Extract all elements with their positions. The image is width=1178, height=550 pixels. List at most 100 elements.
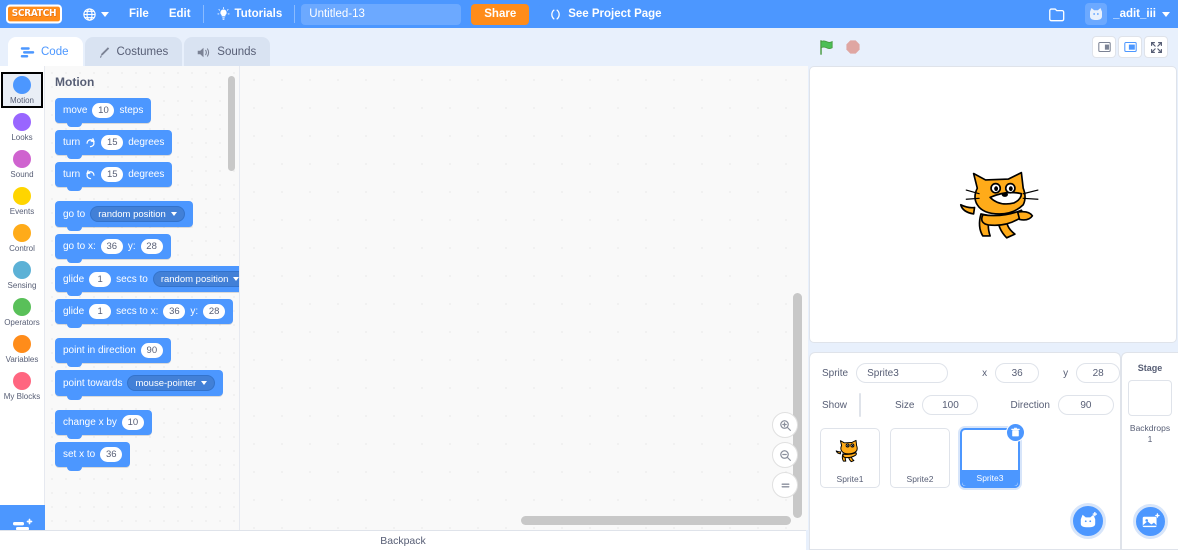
block-set-x-to[interactable]: set x to 36: [55, 442, 131, 471]
block-input-degrees[interactable]: 15: [101, 135, 124, 150]
project-title-input[interactable]: [301, 3, 462, 25]
delete-sprite-button[interactable]: [1006, 423, 1025, 442]
block-input-y[interactable]: 28: [203, 304, 226, 319]
block-dropdown-target[interactable]: random position: [90, 206, 185, 222]
block-input-y[interactable]: 28: [140, 239, 163, 254]
operators-color-dot: [13, 297, 31, 316]
chevron-down-icon: [201, 381, 208, 385]
sprite-direction-input[interactable]: [1057, 395, 1114, 415]
block-go-to[interactable]: go to random position: [55, 201, 193, 231]
fullscreen-button[interactable]: [1144, 36, 1168, 58]
sprite-size-input[interactable]: [922, 395, 979, 415]
see-project-page-button[interactable]: See Project Page: [539, 3, 672, 25]
tab-code[interactable]: Code: [8, 37, 83, 67]
block-dropdown-target[interactable]: mouse-pointer: [127, 375, 216, 391]
block-go-to-xy[interactable]: go to x: 36 y: 28: [55, 234, 171, 263]
zoom-in-icon: [779, 419, 791, 431]
block-input-secs[interactable]: 1: [89, 271, 112, 287]
block-turn-left[interactable]: turn 15 degrees: [55, 162, 173, 191]
sprite-tile-3[interactable]: Sprite3: [960, 423, 1025, 488]
looks-color-dot: [13, 112, 31, 131]
block-input-x[interactable]: 36: [163, 304, 186, 319]
add-backdrop-button[interactable]: [1133, 504, 1168, 539]
sidebar-item-events[interactable]: Events: [1, 183, 43, 219]
block-text: degrees: [128, 169, 165, 180]
zoom-reset-button[interactable]: [772, 472, 798, 498]
block-input-secs[interactable]: 1: [89, 304, 112, 319]
dropdown-value: random position: [160, 273, 229, 285]
sidebar-item-sound[interactable]: Sound: [1, 146, 43, 182]
scratch-logo[interactable]: SCRATCH: [5, 4, 63, 24]
file-menu[interactable]: File: [119, 0, 159, 28]
edit-menu[interactable]: Edit: [159, 0, 201, 28]
scratch-cat-sprite[interactable]: [957, 157, 1049, 247]
workspace-zoom-controls: [772, 412, 798, 498]
sidebar-item-my-blocks[interactable]: My Blocks: [1, 368, 43, 404]
sidebar-item-sensing[interactable]: Sensing: [1, 257, 43, 293]
block-input-x[interactable]: 36: [100, 239, 123, 254]
events-color-dot: [13, 186, 31, 205]
add-sprite-cat-icon: [1080, 512, 1098, 528]
zoom-out-button[interactable]: [772, 442, 798, 468]
folder-icon[interactable]: [1048, 6, 1067, 23]
block-glide-to-xy[interactable]: glide 1 secs to x: 36 y: 28: [55, 299, 234, 328]
chevron-down-icon: [170, 212, 177, 216]
editor-tabs: Code Costumes Sounds: [0, 28, 808, 67]
menu-divider-2: [294, 5, 296, 23]
block-input-degrees[interactable]: 15: [101, 167, 124, 182]
sprite-name-input[interactable]: [856, 363, 949, 383]
tab-costumes[interactable]: Costumes: [84, 37, 183, 67]
block-turn-right[interactable]: turn 15 degrees: [55, 130, 173, 159]
stage[interactable]: [809, 66, 1177, 343]
share-button[interactable]: Share: [471, 3, 530, 25]
sidebar-item-control[interactable]: Control: [1, 220, 43, 256]
block-input-dx[interactable]: 10: [121, 415, 144, 430]
sprite-y-input[interactable]: [1076, 363, 1121, 383]
sprite-tile-1[interactable]: Sprite1: [820, 428, 880, 488]
sprite-x-input[interactable]: [995, 363, 1040, 383]
sidebar-item-variables[interactable]: Variables: [1, 331, 43, 367]
block-point-in-direction[interactable]: point in direction 90: [55, 338, 171, 367]
palette-scrollbar[interactable]: [228, 76, 235, 171]
block-move-steps[interactable]: move 10 steps: [55, 98, 152, 127]
code-icon: [20, 46, 35, 58]
large-stage-button[interactable]: [1118, 36, 1142, 58]
small-stage-button[interactable]: [1092, 36, 1116, 58]
account-menu[interactable]: _adit_iii: [1085, 3, 1170, 25]
zoom-reset-icon: [781, 483, 789, 487]
block-input-direction[interactable]: 90: [140, 343, 163, 358]
block-point-towards[interactable]: point towards mouse-pointer: [55, 370, 224, 400]
tab-sounds[interactable]: Sounds: [184, 37, 271, 67]
language-menu[interactable]: [72, 0, 119, 28]
add-sprite-button[interactable]: [1070, 503, 1106, 539]
backpack-bar[interactable]: Backpack: [0, 530, 806, 550]
block-text: y:: [190, 306, 199, 317]
block-input-steps[interactable]: 10: [92, 103, 115, 118]
block-input-x[interactable]: 36: [100, 447, 123, 462]
sidebar-item-motion[interactable]: Motion: [1, 72, 43, 108]
my-blocks-color-dot: [13, 371, 31, 390]
tutorials-button[interactable]: Tutorials: [206, 0, 293, 28]
y-label: y: [1063, 367, 1069, 379]
backpack-label: Backpack: [380, 534, 426, 547]
sidebar-item-looks[interactable]: Looks: [1, 109, 43, 145]
block-change-x-by[interactable]: change x by 10: [55, 410, 152, 439]
zoom-in-button[interactable]: [772, 412, 798, 438]
code-workspace[interactable]: [239, 66, 808, 530]
sidebar-item-operators[interactable]: Operators: [1, 294, 43, 330]
control-color-dot: [13, 223, 31, 242]
sprite-tile-2[interactable]: Sprite2: [890, 428, 950, 488]
stop-button[interactable]: [845, 39, 861, 55]
show-visible-button[interactable]: [860, 394, 861, 416]
block-palette[interactable]: Motion move 10 steps turn 15 degrees tur…: [45, 66, 239, 530]
workspace-horizontal-scrollbar[interactable]: [521, 516, 791, 525]
stage-selector-panel[interactable]: Stage Backdrops 1: [1121, 352, 1178, 550]
show-label: Show: [822, 399, 848, 411]
sprite-thumbnail: [891, 429, 949, 471]
green-flag-button[interactable]: [818, 39, 835, 56]
block-text: turn: [63, 137, 81, 148]
category-label: Variables: [5, 354, 39, 364]
block-glide-to[interactable]: glide 1 secs to random position: [55, 266, 239, 296]
block-dropdown-target[interactable]: random position: [152, 271, 239, 287]
scratch-cat-icon: [835, 439, 858, 463]
